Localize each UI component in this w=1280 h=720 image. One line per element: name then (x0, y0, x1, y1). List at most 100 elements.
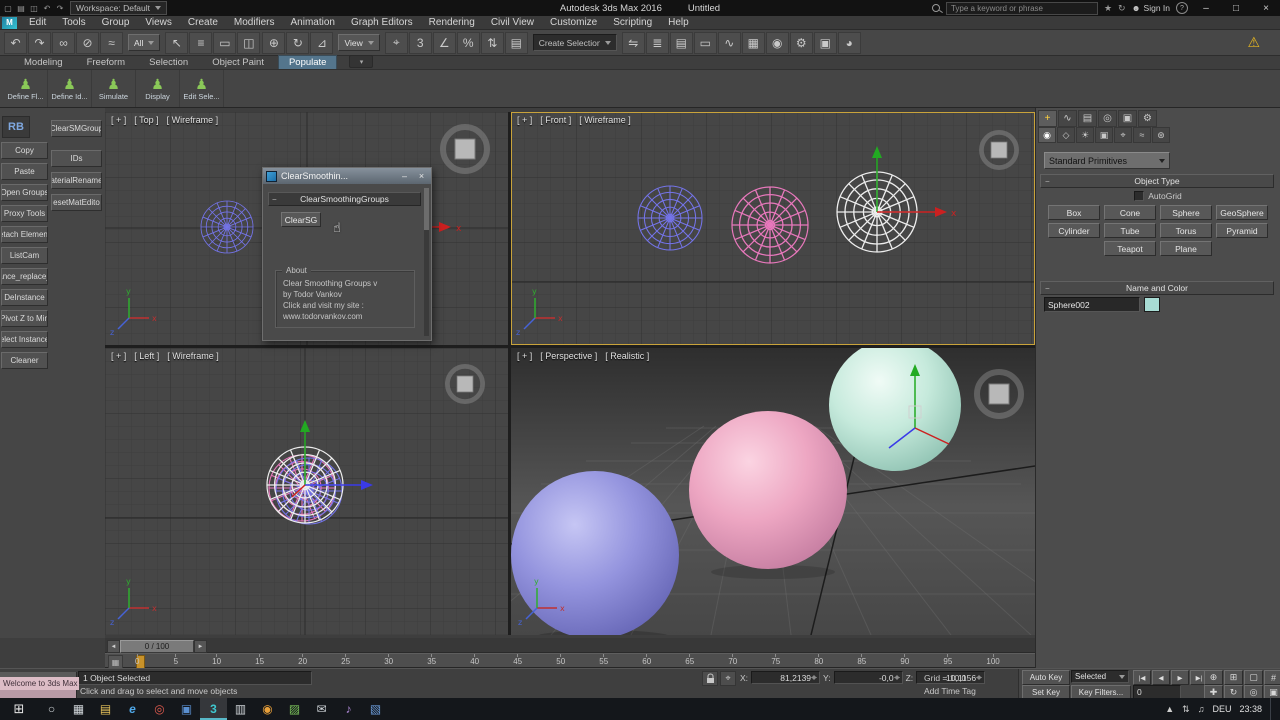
transport-button[interactable]: |◀ (1133, 670, 1151, 685)
viewport-name[interactable]: [ Perspective ] (540, 351, 597, 361)
quick-access-icon[interactable]: ▤ (15, 2, 27, 14)
track-bar[interactable]: ▦ 0 5 10 15 20 25 30 35 40 45 50 55 60 65 70 75 80 85 90 95… (105, 653, 1035, 669)
category-icon[interactable]: ▣ (1095, 127, 1113, 143)
sphere-object[interactable] (732, 187, 808, 263)
ribbon-tool-button[interactable]: ♟ Define Id... (48, 70, 92, 107)
reference-coordinate-dropdown[interactable]: View (338, 34, 380, 51)
next-frame-arrow[interactable]: ► (194, 640, 207, 653)
sphere-object-purple[interactable] (511, 471, 679, 635)
category-icon[interactable]: ◉ (1038, 127, 1056, 143)
workspace-dropdown[interactable]: Workspace: Default (70, 1, 168, 15)
menu-item[interactable]: Tools (54, 17, 93, 28)
viewport-shading[interactable]: [ Wireframe ] (579, 115, 631, 125)
command-panel-tab-icon[interactable]: ▤ (1078, 110, 1097, 127)
script-button[interactable]: Copy (1, 142, 48, 159)
menu-item[interactable]: Edit (21, 17, 54, 28)
rollout-header[interactable]: − ClearSmoothingGroups (268, 192, 421, 206)
favorites-icon[interactable]: ★ (1104, 3, 1112, 14)
trackbar-toggle-icon[interactable]: ▦ (108, 655, 123, 669)
x-coordinate-field[interactable]: 81,2139 (751, 671, 821, 684)
clear-smoothing-groups-dialog[interactable]: ClearSmoothin... – × − ClearSmoothingGro… (262, 167, 432, 341)
ribbon-tool-button[interactable]: ♟ Define Fl... (4, 70, 48, 107)
toolbar-icon[interactable]: ∠ (432, 31, 456, 54)
search-input[interactable] (945, 1, 1098, 15)
transport-button[interactable]: ◀ (1152, 670, 1170, 685)
ribbon-tool-button[interactable]: ♟ Edit Sele... (180, 70, 224, 107)
taskbar-app-icon[interactable]: 3 (200, 698, 227, 720)
viewport-menu[interactable]: [ + ] (517, 351, 532, 361)
category-icon[interactable]: ⌖ (1114, 127, 1132, 143)
previous-frame-arrow[interactable]: ◄ (107, 640, 120, 653)
viewport-name[interactable]: [ Front ] (540, 115, 571, 125)
transport-button[interactable]: ▶ (1171, 670, 1189, 685)
quick-access-icon[interactable]: ◫ (28, 2, 40, 14)
toolbar-icon[interactable]: ⌖ (384, 31, 408, 54)
viewport-name[interactable]: [ Top ] (134, 115, 158, 125)
script-button[interactable]: etach Element (1, 226, 48, 243)
primitive-button[interactable]: Box (1048, 205, 1100, 220)
clock[interactable]: 23:38 (1239, 704, 1262, 714)
toolbar-icon[interactable]: 3 (408, 31, 432, 54)
taskbar-app-icon[interactable]: ◎ (146, 698, 173, 720)
auto-key-button[interactable]: Auto Key (1022, 670, 1070, 685)
command-panel-tab-icon[interactable]: ⚙ (1138, 110, 1157, 127)
toolbar-icon[interactable]: ≡ (189, 31, 213, 54)
dialog-title-bar[interactable]: ClearSmoothin... – × (263, 168, 431, 184)
toolbar-icon[interactable]: ↷ (28, 31, 51, 54)
primitive-button[interactable]: Teapot (1104, 241, 1156, 256)
toolbar-icon[interactable]: ∞ (52, 31, 75, 54)
primitive-category-dropdown[interactable]: Standard Primitives (1044, 152, 1170, 169)
viewport-nav-icon[interactable]: ▢ (1244, 670, 1263, 685)
viewport-nav-icon[interactable]: ⊕ (1204, 670, 1223, 685)
toolbar-icon[interactable]: ⊕ (262, 31, 286, 54)
object-type-rollout[interactable]: − Object Type (1040, 174, 1274, 188)
ribbon-tab[interactable]: Modeling (14, 56, 73, 69)
dialog-minimize-button[interactable]: – (398, 171, 411, 182)
viewport-shading[interactable]: [ Realistic ] (605, 351, 649, 361)
menu-item[interactable]: Modifiers (226, 17, 283, 28)
script-button[interactable]: Proxy Tools (1, 205, 48, 222)
command-panel-tab-icon[interactable]: + (1038, 110, 1057, 127)
command-panel-tab-icon[interactable]: ▣ (1118, 110, 1137, 127)
start-button[interactable]: ⊞ (0, 698, 38, 720)
script-button[interactable]: elect Instance (1, 331, 48, 348)
viewport-left[interactable]: [ + ] [ Left ] [ Wireframe ] (105, 348, 508, 635)
absolute-mode-icon[interactable]: ⌖ (720, 671, 736, 686)
keyboard-language[interactable]: DEU (1212, 704, 1231, 714)
toolbar-icon[interactable]: ▣ (813, 31, 837, 54)
dialog-close-button[interactable]: × (415, 171, 428, 182)
menu-item[interactable]: Scripting (605, 17, 660, 28)
primitive-button[interactable]: Plane (1160, 241, 1212, 256)
warning-icon[interactable]: ⚠ (1247, 34, 1260, 51)
toolbar-icon[interactable]: ▭ (693, 31, 717, 54)
menu-item[interactable]: Graph Editors (343, 17, 421, 28)
taskbar-app-icon[interactable]: ♪ (335, 698, 362, 720)
name-color-rollout[interactable]: − Name and Color (1040, 281, 1274, 295)
taskbar-app-icon[interactable]: ✉ (308, 698, 335, 720)
menu-item[interactable]: Animation (282, 17, 342, 28)
menu-item[interactable]: Civil View (483, 17, 542, 28)
menu-item[interactable]: Help (660, 17, 697, 28)
menu-item[interactable]: Group (94, 17, 138, 28)
network-icon[interactable]: ⇅ (1182, 704, 1190, 715)
toolbar-icon[interactable]: ↶ (4, 31, 27, 54)
website-link[interactable]: www.todorvankov.com (276, 311, 414, 322)
primitive-button[interactable]: Tube (1104, 223, 1156, 238)
toolbar-icon[interactable]: ∿ (717, 31, 741, 54)
toolbar-icon[interactable]: ▦ (741, 31, 765, 54)
sphere-object[interactable] (201, 201, 253, 253)
taskbar-app-icon[interactable]: ▤ (92, 698, 119, 720)
script-button[interactable]: ance_replace_ (1, 268, 48, 285)
sign-in-button[interactable]: ☻ Sign In (1132, 3, 1170, 13)
selection-lock-icon[interactable] (702, 671, 718, 686)
taskbar-app-icon[interactable]: ○ (38, 698, 65, 720)
script-button[interactable]: ListCam (1, 247, 48, 264)
script-button[interactable]: Open Groups (1, 184, 48, 201)
taskbar-app-icon[interactable]: ▧ (362, 698, 389, 720)
toolbar-icon[interactable]: ◕ (837, 31, 861, 54)
script-button[interactable]: Pivot Z to Min (1, 310, 48, 327)
toolbar-icon[interactable]: ↖ (165, 31, 189, 54)
quick-access-icon[interactable]: ▢ (2, 2, 14, 14)
primitive-button[interactable]: Torus (1160, 223, 1212, 238)
script-button[interactable]: esetMatEdito (51, 194, 102, 211)
